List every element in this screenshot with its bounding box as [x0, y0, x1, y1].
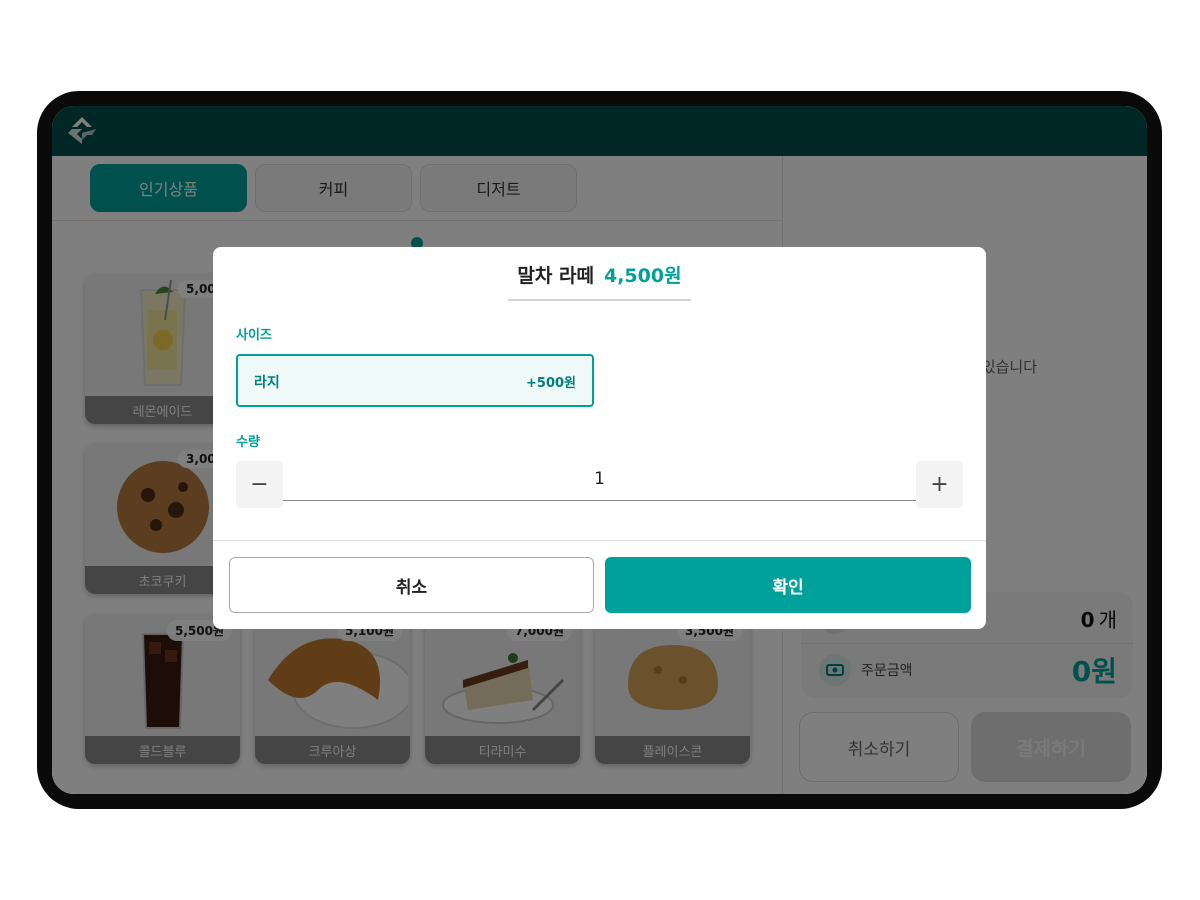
dialog-cancel-button[interactable]: 취소 [229, 557, 594, 613]
size-option-extra: +500원 [526, 376, 576, 391]
decrease-quantity-button[interactable]: − [236, 461, 283, 508]
quantity-label: 수량 [236, 435, 260, 450]
dialog-divider [213, 540, 986, 541]
increase-quantity-button[interactable]: + [916, 461, 963, 508]
size-option-name: 라지 [254, 375, 280, 391]
dialog-product-price: 4,500원 [603, 265, 682, 287]
size-label: 사이즈 [236, 328, 272, 343]
size-option-large[interactable]: 라지 +500원 [236, 354, 594, 407]
dialog-title: 말차 라떼 4,500원 [213, 261, 986, 288]
dialog-confirm-button[interactable]: 확인 [605, 557, 971, 613]
quantity-underline [283, 500, 916, 501]
dialog-product-name: 말차 라떼 [517, 265, 594, 287]
quantity-value[interactable]: 1 [283, 469, 916, 489]
option-dialog: 말차 라떼 4,500원 사이즈 라지 +500원 수량 − 1 + 취소 확인 [213, 247, 986, 629]
title-underline [508, 299, 691, 301]
